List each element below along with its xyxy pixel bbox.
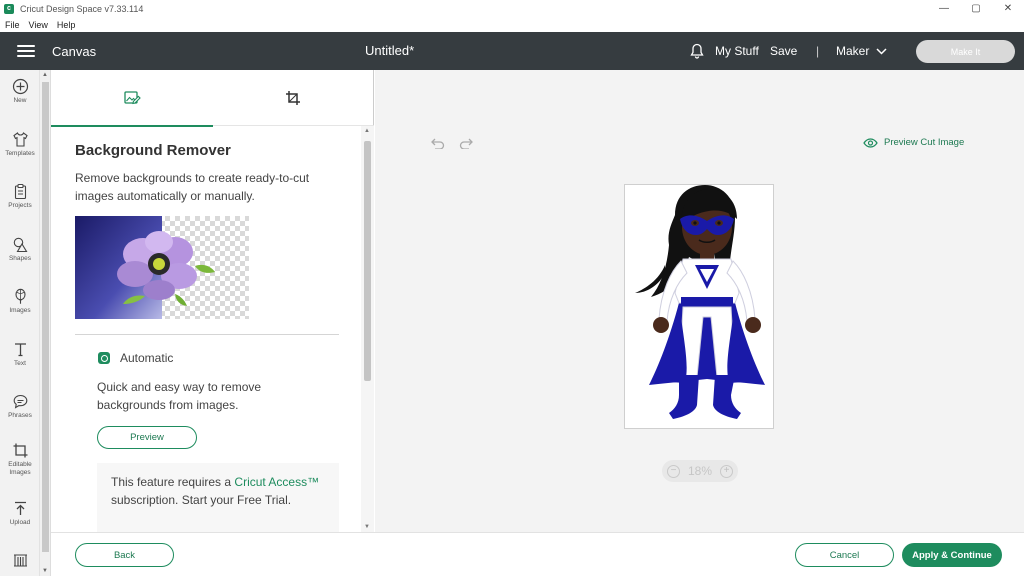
access-note-suffix: subscription. Start your Free Trial. (111, 493, 292, 507)
panel-tabs (51, 70, 374, 127)
balloon-icon (14, 288, 26, 304)
cricut-access-link[interactable]: Cricut Access™ (234, 475, 319, 489)
toolbar-templates-label: Templates (5, 150, 35, 157)
panel-scrollbar[interactable]: ▲ ▼ (361, 126, 374, 532)
shapes-icon (13, 237, 27, 253)
preview-cut-image-link[interactable]: Preview Cut Image (863, 137, 964, 148)
text-icon (14, 343, 26, 357)
left-toolbar: New Templates Projects Shapes Images Tex… (0, 70, 40, 576)
toolbar-projects-label: Projects (8, 202, 32, 209)
notification-bell-icon[interactable] (690, 43, 704, 59)
automatic-label: Automatic (120, 351, 174, 365)
scroll-up-arrow-icon[interactable]: ▲ (42, 72, 48, 78)
window-controls: — ▢ ✕ (928, 0, 1024, 17)
menu-view[interactable]: View (29, 20, 48, 30)
toolbar-projects[interactable]: Projects (0, 183, 40, 210)
toolbar-images-label: Images (9, 307, 31, 314)
back-button[interactable]: Back (75, 543, 174, 567)
eye-icon (863, 137, 878, 148)
scroll-down-arrow-icon[interactable]: ▼ (364, 524, 370, 530)
menu-bar: File View Help (0, 17, 1024, 32)
preview-cut-label: Preview Cut Image (884, 137, 965, 148)
background-remover-panel: Background Remover Remove backgrounds to… (51, 70, 374, 533)
toolbar-phrases[interactable]: Phrases (0, 393, 40, 420)
cancel-button[interactable]: Cancel (795, 543, 894, 567)
save-button[interactable]: Save (770, 44, 797, 58)
automatic-description: Quick and easy way to remove backgrounds… (97, 380, 262, 412)
scroll-up-arrow-icon[interactable]: ▲ (364, 128, 370, 134)
flower-example-image (75, 216, 249, 319)
chevron-down-icon (876, 47, 887, 55)
cricut-access-notice: This feature requires a Cricut Access™ s… (97, 463, 339, 533)
automatic-option: Automatic (98, 351, 173, 365)
clipboard-icon (14, 183, 26, 200)
crop-edit-icon (13, 443, 27, 458)
plus-circle-icon (12, 78, 28, 95)
menu-file[interactable]: File (5, 20, 20, 30)
toolbar-more[interactable] (0, 552, 40, 569)
section-divider (75, 334, 339, 335)
toolbar-text-label: Text (14, 360, 26, 367)
shirt-icon (12, 132, 28, 147)
apply-continue-button[interactable]: Apply & Continue (902, 543, 1002, 567)
toolbar-shapes-label: Shapes (8, 255, 32, 262)
canvas-area: Preview Cut Image − 18% + (375, 70, 1024, 532)
background-remover-tab[interactable] (51, 70, 213, 127)
image-edit-icon (123, 90, 141, 104)
upload-icon (14, 501, 26, 515)
machine-selector[interactable]: Maker (836, 44, 887, 58)
scroll-thumb[interactable] (42, 82, 49, 552)
toolbar-shapes[interactable]: Shapes (0, 236, 40, 263)
crop-tab[interactable] (212, 70, 374, 126)
toolbar-upload-label: Upload (9, 519, 31, 526)
hamburger-menu-icon[interactable] (17, 45, 35, 57)
zoom-value: 18% (687, 464, 713, 478)
bottom-action-bar: Back Cancel Apply & Continue (51, 532, 1024, 576)
panel-description: Remove backgrounds to create ready-to-cu… (75, 171, 310, 203)
redo-icon[interactable] (459, 137, 475, 149)
document-title: Untitled* (365, 43, 415, 58)
toolbar-templates[interactable]: Templates (0, 131, 40, 158)
toolbar-scrollbar[interactable]: ▲ ▼ (40, 70, 51, 576)
preview-button[interactable]: Preview (97, 426, 197, 449)
maximize-icon[interactable]: ▢ (960, 0, 992, 17)
speech-bubble-icon (13, 394, 27, 409)
toolbar-new[interactable]: New (0, 78, 40, 105)
automatic-icon (98, 352, 110, 364)
machine-label: Maker (836, 44, 870, 58)
app-logo-icon: c (4, 3, 14, 14)
canvas-label: Canvas (52, 43, 97, 59)
crop-icon (286, 91, 300, 105)
close-icon[interactable]: ✕ (992, 0, 1024, 17)
toolbar-new-label: New (13, 97, 27, 104)
zoom-control: − 18% + (662, 460, 738, 482)
toolbar-editable-images-label: Editable Images (8, 461, 32, 476)
window-title-bar: c Cricut Design Space v7.33.114 — ▢ ✕ (0, 0, 1024, 17)
header-separator: | (816, 44, 820, 58)
toolbar-upload[interactable]: Upload (0, 500, 40, 527)
zoom-in-button[interactable]: + (720, 464, 733, 478)
toolbar-editable-images[interactable]: Editable Images (0, 442, 40, 477)
pillar-icon (13, 554, 27, 567)
artboard[interactable] (624, 184, 774, 429)
menu-help[interactable]: Help (57, 20, 76, 30)
panel-scroll-thumb[interactable] (364, 141, 371, 381)
toolbar-phrases-label: Phrases (8, 412, 32, 419)
my-stuff-link[interactable]: My Stuff (715, 44, 759, 58)
make-it-button[interactable]: Make It (916, 40, 1015, 63)
zoom-out-button[interactable]: − (667, 464, 680, 478)
access-note-prefix: This feature requires a (111, 475, 235, 489)
undo-icon[interactable] (429, 137, 445, 149)
window-title: Cricut Design Space v7.33.114 (20, 3, 144, 14)
panel-title: Background Remover (75, 142, 231, 159)
toolbar-images[interactable]: Images (0, 288, 40, 315)
superhero-girl-image[interactable] (625, 185, 773, 428)
toolbar-text[interactable]: Text (0, 341, 40, 368)
minimize-icon[interactable]: — (928, 0, 960, 17)
scroll-down-arrow-icon[interactable]: ▼ (42, 568, 48, 574)
app-header: Canvas Untitled* My Stuff Save | Maker M… (0, 32, 1024, 70)
